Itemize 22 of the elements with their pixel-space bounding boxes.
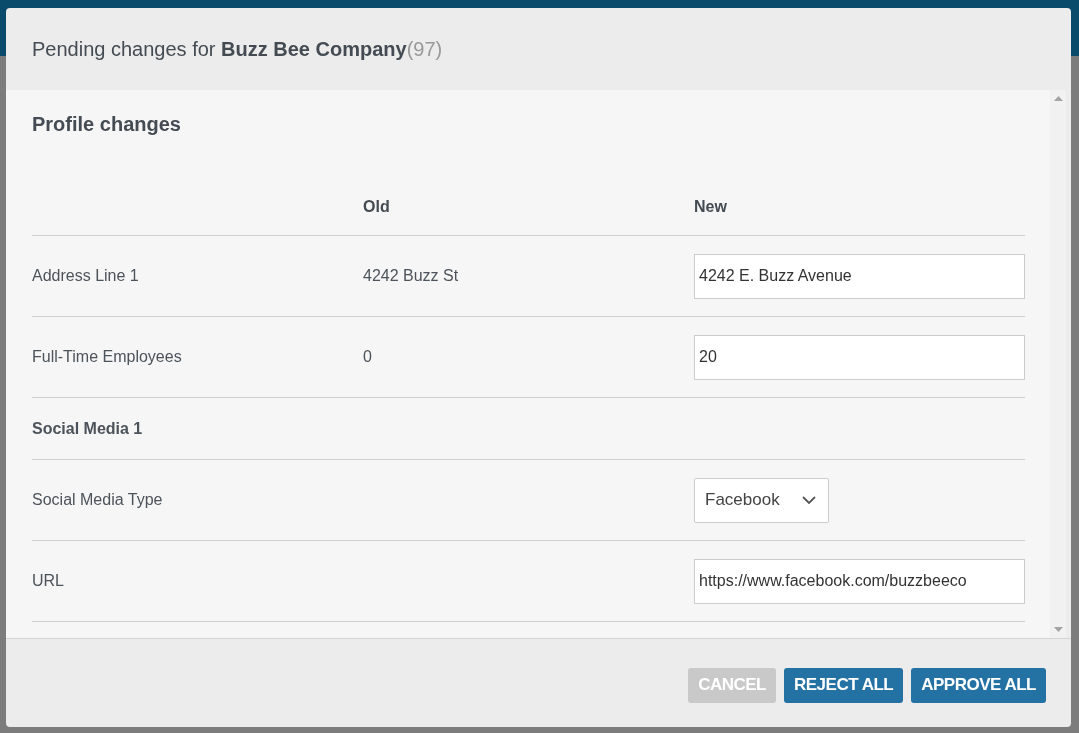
section-title: Profile changes	[32, 113, 182, 137]
scrollbar[interactable]	[1050, 90, 1066, 638]
input-field[interactable]: 4242 E. Buzz Avenue	[694, 253, 1025, 299]
field-label: Address Line 1	[32, 267, 139, 285]
change-count: (97)	[406, 37, 443, 61]
group-heading: Social Media 1	[32, 419, 143, 438]
field-label: Full-Time Employees	[32, 348, 182, 366]
scroll-up-icon[interactable]	[1053, 96, 1063, 101]
input-field[interactable]: 20	[694, 334, 1025, 380]
input-field[interactable]: https://www.facebook.com/buzzbeeco	[694, 558, 1025, 604]
select-field[interactable]: Facebook	[694, 477, 829, 523]
old-value: 4242 Buzz St	[363, 267, 459, 285]
dialog-title: Pending changes for Buzz Bee Company	[32, 37, 407, 61]
scroll-down-icon[interactable]	[1053, 627, 1063, 632]
chevron-down-icon	[802, 495, 816, 505]
column-header: New	[694, 198, 727, 216]
field-label: URL	[32, 572, 64, 590]
field-label: Social Media Type	[32, 491, 163, 509]
column-header: Old	[363, 198, 390, 216]
approve-button[interactable]: APPROVE ALL	[911, 667, 1046, 703]
old-value: 0	[363, 348, 372, 366]
reject-button[interactable]: REJECT ALL	[784, 667, 904, 703]
